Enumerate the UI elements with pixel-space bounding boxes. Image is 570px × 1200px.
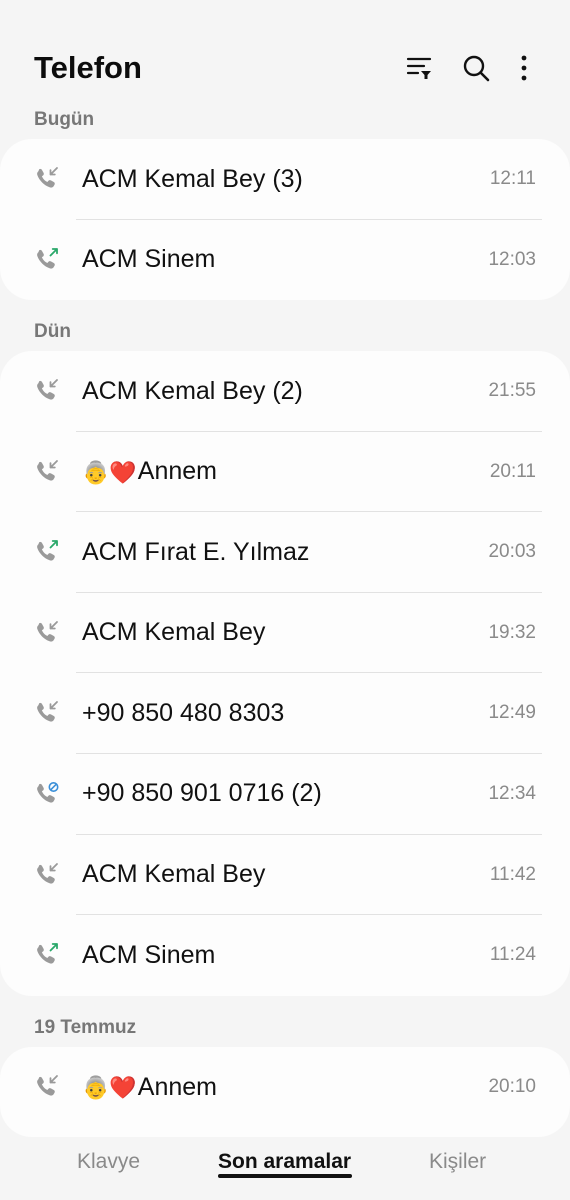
contact-name-text: +90 850 901 0716 (2) (82, 779, 322, 808)
tab-contacts[interactable]: Kişiler (429, 1149, 486, 1175)
tab-recents[interactable]: Son aramalar (218, 1149, 351, 1175)
blocked-call-icon (34, 781, 60, 807)
contact-name: 👵❤️ Annem (82, 1047, 217, 1127)
contact-name-text: ACM Kemal Bey (3) (82, 164, 303, 193)
contact-name: ACM Fırat E. Yılmaz (82, 512, 309, 592)
incoming-call-icon (34, 459, 60, 485)
contact-name: ACM Kemal Bey (3) (82, 139, 303, 219)
call-time: 11:42 (489, 863, 536, 885)
call-time: 20:03 (488, 541, 536, 563)
incoming-call-icon (34, 1074, 60, 1100)
incoming-call-icon (34, 378, 60, 404)
call-time: 21:55 (488, 380, 536, 401)
call-time: 20:10 (488, 1076, 536, 1097)
section-label-yesterday: Dün (34, 321, 71, 342)
call-log-row[interactable]: ACM Sinem 12:03 (0, 220, 570, 300)
call-log-row[interactable]: ACM Kemal Bey 11:42 (0, 835, 570, 916)
call-time: 12:11 (489, 168, 536, 189)
contact-name-text: ACM Fırat E. Yılmaz (82, 537, 310, 566)
contact-name-text: ACM Sinem (82, 940, 216, 969)
outgoing-call-icon (34, 942, 60, 968)
incoming-call-icon (34, 166, 60, 192)
call-group-card: 👵❤️ Annem 20:10 (0, 1047, 570, 1137)
contact-name: ACM Sinem (82, 220, 215, 300)
call-log-row[interactable]: ACM Kemal Bey (3) 12:11 (0, 139, 570, 220)
contact-name: ACM Kemal Bey (82, 593, 265, 673)
call-group-card: ACM Kemal Bey (3) 12:11 ACM Sinem 12:03 (0, 139, 570, 300)
more-vert-icon (521, 55, 527, 81)
call-log-row[interactable]: +90 850 480 8303 12:49 (0, 673, 570, 754)
contact-name: 👵❤️ Annem (82, 432, 217, 512)
contact-name: +90 850 901 0716 (2) (82, 754, 322, 834)
contact-name-text: ACM Sinem (82, 245, 216, 274)
call-log-row[interactable]: ACM Sinem 11:24 (0, 915, 570, 996)
section-label-date: 19 Temmuz (34, 1017, 137, 1038)
contact-name: ACM Sinem (82, 915, 215, 995)
call-time: 12:49 (488, 702, 536, 724)
app-header: Telefon (0, 0, 570, 100)
call-time: 11:24 (489, 944, 536, 966)
incoming-call-icon (34, 620, 60, 646)
contact-name-text: ACM Kemal Bey (82, 860, 266, 889)
more-options-button[interactable] (504, 48, 544, 88)
call-time: 12:03 (488, 248, 536, 270)
tab-keypad[interactable]: Klavye (77, 1149, 140, 1175)
incoming-call-icon (34, 862, 60, 888)
contact-emoji: 👵❤️ (82, 1075, 137, 1100)
contact-name: ACM Kemal Bey (2) (82, 351, 303, 431)
filter-icon (406, 57, 432, 79)
section-label-today: Bugün (34, 109, 95, 130)
outgoing-call-icon (34, 247, 60, 273)
call-time: 19:32 (488, 621, 536, 643)
active-tab-indicator (218, 1174, 352, 1178)
call-log-row[interactable]: 👵❤️ Annem 20:11 (0, 432, 570, 513)
contact-name: ACM Kemal Bey (82, 835, 265, 915)
outgoing-call-icon (34, 539, 60, 565)
call-time: 12:34 (488, 782, 536, 804)
search-icon (463, 55, 490, 82)
incoming-call-icon (34, 700, 60, 726)
contact-name-text: Annem (137, 1072, 218, 1101)
contact-name-text: +90 850 480 8303 (82, 698, 285, 727)
call-log-row[interactable]: ACM Kemal Bey (2) 21:55 (0, 351, 570, 432)
contact-name-text: ACM Kemal Bey (82, 618, 266, 647)
call-log-row[interactable]: ACM Fırat E. Yılmaz 20:03 (0, 512, 570, 593)
call-log-row[interactable]: +90 850 901 0716 (2) 12:34 (0, 754, 570, 835)
contact-name-text: ACM Kemal Bey (2) (82, 376, 303, 405)
search-button[interactable] (456, 48, 496, 88)
page-title: Telefon (34, 50, 142, 85)
call-time: 20:11 (489, 460, 536, 482)
call-group-card: ACM Kemal Bey (2) 21:55 👵❤️ Annem 20:11 ACM F… (0, 351, 570, 996)
contact-name-text: Annem (137, 457, 218, 486)
call-log-row[interactable]: ACM Kemal Bey 19:32 (0, 593, 570, 674)
call-log-row[interactable]: 👵❤️ Annem 20:10 (0, 1047, 570, 1128)
contact-emoji: 👵❤️ (82, 459, 137, 485)
filter-button[interactable] (399, 48, 439, 88)
contact-name: +90 850 480 8303 (82, 673, 284, 753)
bottom-navigation: Klavye Son aramalar Kişiler (0, 1135, 570, 1200)
